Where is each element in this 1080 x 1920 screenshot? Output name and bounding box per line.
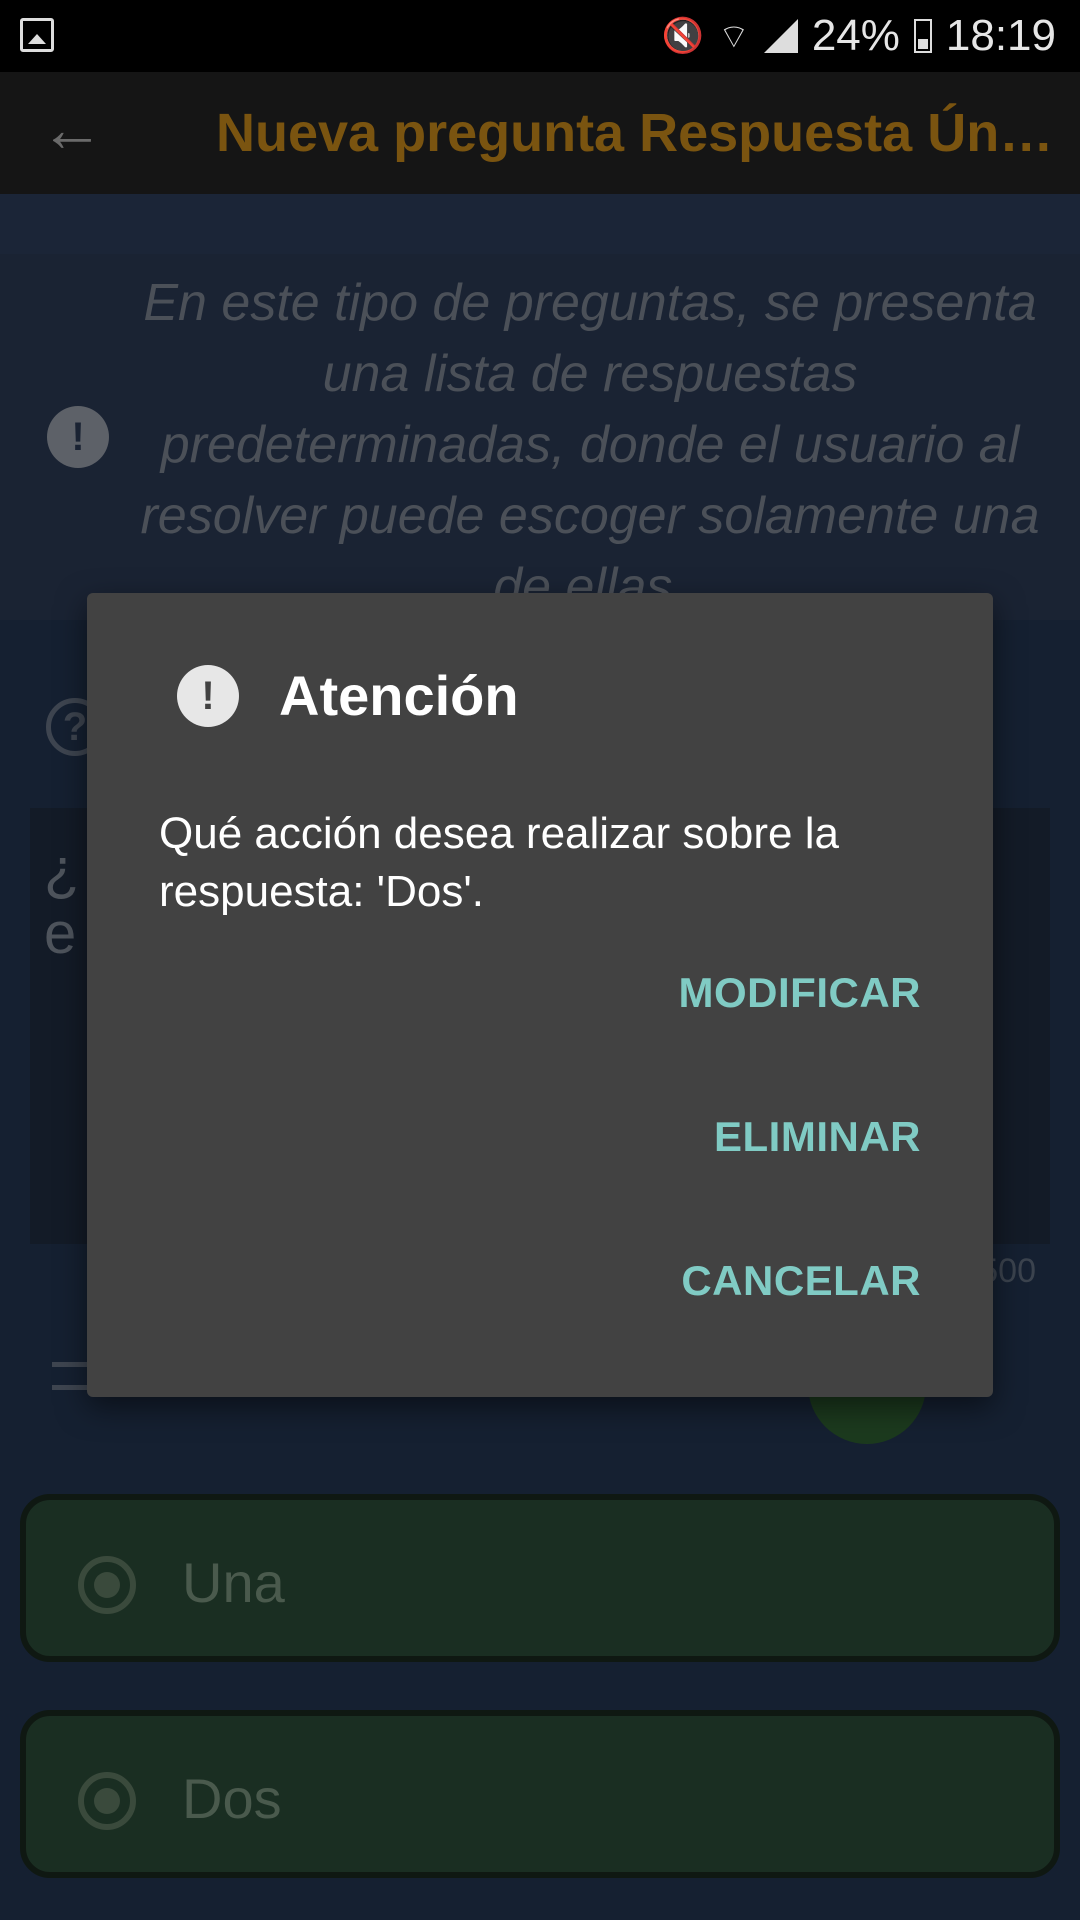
modify-button[interactable]: MODIFICAR — [679, 963, 921, 1023]
dialog-message: Qué acción desea realizar sobre la respu… — [159, 809, 839, 916]
cancel-button[interactable]: CANCELAR — [681, 1251, 921, 1311]
attention-dialog: ! Atención Qué acción desea realizar sob… — [87, 593, 993, 1397]
dialog-title: Atención — [279, 664, 519, 727]
delete-button[interactable]: ELIMINAR — [714, 1107, 921, 1167]
exclamation-icon: ! — [177, 665, 239, 727]
